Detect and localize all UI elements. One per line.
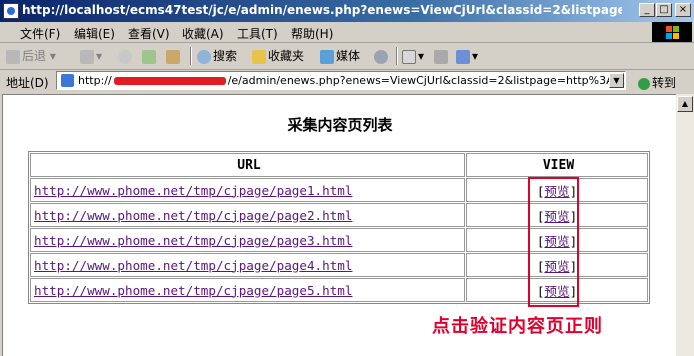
home-icon — [166, 49, 180, 64]
windows-logo-icon — [652, 22, 692, 42]
menu-tools[interactable]: 工具(T) — [237, 25, 278, 42]
edit-button[interactable]: ▾ — [456, 47, 478, 65]
menu-view[interactable]: 查看(V) — [128, 25, 170, 42]
page-url-link[interactable]: http://www.phome.net/tmp/cjpage/page4.ht… — [34, 258, 352, 273]
ie-page-icon — [61, 74, 74, 87]
refresh-button[interactable] — [142, 47, 158, 65]
page-url-link[interactable]: http://www.phome.net/tmp/cjpage/page3.ht… — [34, 233, 352, 248]
back-button[interactable]: 后退 ▾ — [6, 47, 56, 65]
address-input[interactable]: http:///e/admin/enews.php?enews=ViewCjUr… — [56, 71, 626, 90]
stop-button[interactable] — [118, 47, 134, 65]
highlight-box — [528, 177, 579, 307]
stop-icon — [118, 49, 132, 64]
address-bar: 地址(D) http:///e/admin/enews.php?enews=Vi… — [0, 70, 694, 92]
media-icon — [320, 49, 334, 64]
toolbar-separator — [396, 47, 398, 65]
toolbar-separator — [190, 47, 192, 65]
address-dropdown-button[interactable]: ▼ — [609, 73, 624, 88]
history-icon — [374, 49, 388, 64]
menu-edit[interactable]: 编辑(E) — [74, 25, 115, 42]
address-label: 地址(D) — [6, 76, 49, 90]
back-label: 后退 — [22, 49, 47, 63]
back-arrow-icon — [6, 49, 20, 64]
search-icon — [197, 49, 211, 64]
toolbar: 后退 ▾ ▾ 搜索 收藏夹 媒体 ▾ ▾ — [0, 43, 694, 70]
go-button[interactable]: 转到 — [638, 74, 676, 91]
maximize-button[interactable]: □ — [656, 3, 672, 17]
address-url: http:///e/admin/enews.php?enews=ViewCjUr… — [78, 74, 626, 87]
home-button[interactable] — [166, 47, 182, 65]
redaction-mark — [113, 77, 226, 85]
mail-icon — [402, 49, 416, 64]
vertical-scrollbar[interactable]: ▲ — [676, 94, 694, 356]
favorites-icon — [252, 49, 266, 64]
column-header-view: VIEW — [466, 153, 648, 177]
annotation-text: 点击验证内容页正则 — [432, 316, 603, 337]
minimize-button[interactable]: _ — [639, 3, 655, 17]
column-header-url: URL — [30, 153, 465, 177]
history-button[interactable] — [374, 47, 390, 65]
scroll-up-button[interactable]: ▲ — [677, 96, 693, 112]
page-url-link[interactable]: http://www.phome.net/tmp/cjpage/page1.ht… — [34, 183, 352, 198]
search-button[interactable]: 搜索 — [197, 47, 237, 65]
forward-button[interactable]: ▾ — [80, 47, 102, 65]
word-icon — [456, 49, 470, 64]
page-url-link[interactable]: http://www.phome.net/tmp/cjpage/page5.ht… — [34, 283, 352, 298]
favorites-button[interactable]: 收藏夹 — [252, 47, 304, 65]
title-bar: http://localhost/ecms47test/jc/e/admin/e… — [0, 0, 694, 22]
go-label: 转到 — [652, 76, 677, 90]
favorites-label: 收藏夹 — [268, 49, 305, 63]
search-label: 搜索 — [213, 49, 238, 63]
refresh-icon — [142, 49, 156, 64]
window-title: http://localhost/ecms47test/jc/e/admin/e… — [22, 3, 622, 17]
mail-button[interactable]: ▾ — [402, 47, 424, 65]
forward-arrow-icon — [80, 49, 94, 64]
media-label: 媒体 — [336, 49, 361, 63]
printer-icon — [434, 49, 448, 64]
page-url-link[interactable]: http://www.phome.net/tmp/cjpage/page2.ht… — [34, 208, 352, 223]
ie-page-icon — [3, 3, 19, 19]
menu-help[interactable]: 帮助(H) — [291, 25, 333, 42]
menu-bar: 文件(F) 编辑(E) 查看(V) 收藏(A) 工具(T) 帮助(H) — [0, 22, 694, 43]
go-arrow-icon — [638, 77, 650, 90]
print-button[interactable] — [434, 47, 450, 65]
menu-file[interactable]: 文件(F) — [20, 25, 60, 42]
close-button[interactable]: × — [675, 3, 691, 17]
menu-favorites[interactable]: 收藏(A) — [182, 25, 224, 42]
media-button[interactable]: 媒体 — [320, 47, 360, 65]
page-title: 采集内容页列表 — [287, 116, 393, 134]
